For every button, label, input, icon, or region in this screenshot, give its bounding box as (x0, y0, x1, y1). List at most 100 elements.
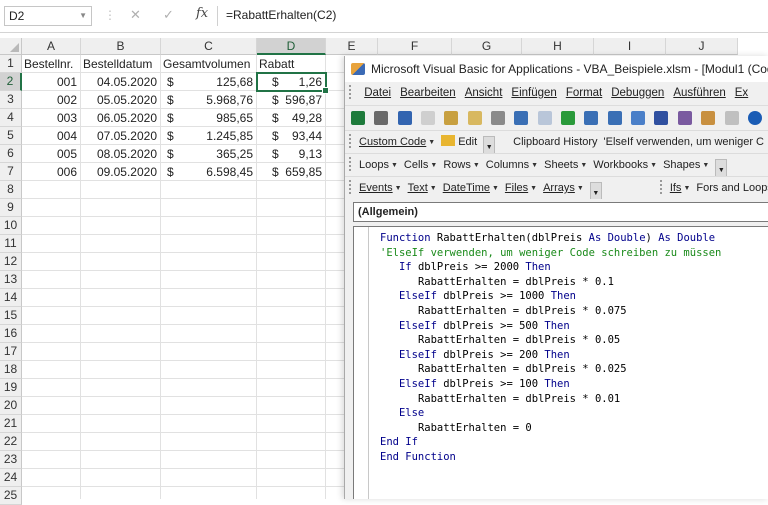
vba-editor-window[interactable]: Microsoft Visual Basic for Applications … (344, 56, 768, 499)
row-header-24[interactable]: 24 (0, 469, 22, 487)
row-header-7[interactable]: 7 (0, 163, 22, 181)
reset-icon[interactable] (607, 111, 622, 125)
insert-function-icon[interactable]: fx (196, 6, 208, 21)
row-header-18[interactable]: 18 (0, 361, 22, 379)
snippet-menu-rows[interactable]: Rows ▼ (443, 154, 479, 176)
row-header-6[interactable]: 6 (0, 145, 22, 163)
break-icon[interactable] (584, 111, 599, 125)
row-header-15[interactable]: 15 (0, 307, 22, 325)
cell-gesamtvolumen[interactable]: 6.598,45 (161, 163, 257, 181)
code-line[interactable]: RabattErhalten = dblPreis * 0.05 (380, 333, 620, 348)
snippet-menu-datetime[interactable]: DateTime ▼ (443, 177, 499, 199)
row-header-19[interactable]: 19 (0, 379, 22, 397)
menu-debuggen[interactable]: Debuggen (611, 82, 664, 104)
row-header-9[interactable]: 9 (0, 199, 22, 217)
menu-ansicht[interactable]: Ansicht (465, 82, 503, 104)
row-header-5[interactable]: 5 (0, 127, 22, 145)
cell-bestellnr[interactable]: 002 (22, 91, 81, 109)
code-line[interactable]: ElseIf dblPreis >= 1000 Then (380, 289, 576, 304)
cell-gesamtvolumen[interactable]: 1.245,85 (161, 127, 257, 145)
cell-rabatt[interactable]: 9,13 (257, 145, 326, 163)
code-line[interactable]: End If (380, 435, 418, 450)
row-header-2[interactable]: 2 (0, 73, 22, 91)
edit-button[interactable]: Edit (441, 131, 477, 153)
column-header-j[interactable]: J (666, 38, 738, 55)
undo-icon[interactable] (514, 111, 529, 125)
cell-rabatt[interactable]: 596,87 (257, 91, 326, 109)
header-gesamtvolumen[interactable]: Gesamtvolumen (163, 55, 257, 73)
copy-icon[interactable] (444, 111, 459, 125)
column-header-g[interactable]: G (452, 38, 522, 55)
toolbox-icon[interactable] (724, 111, 739, 125)
find-icon[interactable] (491, 111, 506, 125)
cell-bestelldatum[interactable]: 07.05.2020 (81, 127, 161, 145)
toolbar-grip-icon[interactable] (659, 180, 666, 194)
name-box[interactable]: D2 ▼ (4, 6, 92, 26)
cell-bestelldatum[interactable]: 09.05.2020 (81, 163, 161, 181)
snippet-menu-files[interactable]: Files ▼ (505, 177, 537, 199)
cell-gesamtvolumen[interactable]: 5.968,76 (161, 91, 257, 109)
code-line[interactable]: ElseIf dblPreis >= 100 Then (380, 377, 570, 392)
row-header-4[interactable]: 4 (0, 109, 22, 127)
menu-datei[interactable]: Datei (364, 82, 391, 104)
snippet-menu-arrays[interactable]: Arrays ▼ (543, 177, 584, 199)
clipboard-history-item[interactable]: 'ElseIf verwenden, um weniger C (604, 131, 764, 153)
toolbar-grip-icon[interactable] (349, 134, 355, 148)
menu-format[interactable]: Format (566, 82, 602, 104)
cell-bestelldatum[interactable]: 08.05.2020 (81, 145, 161, 163)
column-header-c[interactable]: C (161, 38, 257, 55)
row-header-14[interactable]: 14 (0, 289, 22, 307)
header-bestellnr[interactable]: Bestellnr. (24, 55, 81, 73)
snippet-menu-text[interactable]: Text ▼ (408, 177, 437, 199)
row-header-22[interactable]: 22 (0, 433, 22, 451)
snippet-menu-sheets[interactable]: Sheets ▼ (544, 154, 587, 176)
snippet-menu-events[interactable]: Events ▼ (359, 177, 402, 199)
toolbar-options-button[interactable]: ▼ (715, 159, 728, 176)
menu-ausführen[interactable]: Ausführen (673, 82, 725, 104)
row-header-3[interactable]: 3 (0, 91, 22, 109)
cell-gesamtvolumen[interactable]: 365,25 (161, 145, 257, 163)
code-line[interactable]: If dblPreis >= 2000 Then (380, 260, 551, 275)
column-header-f[interactable]: F (378, 38, 452, 55)
snippet-menu-columns[interactable]: Columns ▼ (486, 154, 538, 176)
code-line[interactable]: ElseIf dblPreis >= 500 Then (380, 319, 570, 334)
snippet-menu-cells[interactable]: Cells ▼ (404, 154, 437, 176)
cell-bestelldatum[interactable]: 04.05.2020 (81, 73, 161, 91)
design-mode-icon[interactable] (631, 111, 646, 125)
toolbar-options-button[interactable]: ▼ (483, 136, 496, 153)
excel-icon[interactable] (351, 111, 365, 125)
code-window[interactable]: Function RabattErhalten(dblPreis As Doub… (353, 226, 768, 499)
code-line[interactable]: RabattErhalten = dblPreis * 0.025 (380, 362, 627, 377)
properties-icon[interactable] (677, 111, 692, 125)
code-line[interactable]: Else (380, 406, 424, 421)
code-line[interactable]: RabattErhalten = dblPreis * 0.01 (380, 392, 620, 407)
column-header-b[interactable]: B (81, 38, 161, 55)
code-line[interactable]: 'ElseIf verwenden, um weniger Code schre… (380, 246, 721, 261)
cell-bestellnr[interactable]: 003 (22, 109, 81, 127)
code-line[interactable]: ElseIf dblPreis >= 200 Then (380, 348, 570, 363)
project-explorer-icon[interactable] (654, 111, 669, 125)
cell-rabatt[interactable]: 659,85 (257, 163, 326, 181)
cancel-icon[interactable]: ✕ (130, 7, 141, 23)
cell-gesamtvolumen[interactable]: 125,68 (161, 73, 257, 91)
row-header-12[interactable]: 12 (0, 253, 22, 271)
snippet-menu-workbooks[interactable]: Workbooks ▼ (593, 154, 657, 176)
select-all-button[interactable] (0, 38, 22, 55)
row-header-25[interactable]: 25 (0, 487, 22, 505)
row-header-23[interactable]: 23 (0, 451, 22, 469)
row-header-1[interactable]: 1 (0, 55, 22, 73)
code-line[interactable]: RabattErhalten = dblPreis * 0.075 (380, 304, 627, 319)
code-line[interactable]: RabattErhalten = dblPreis * 0.1 (380, 275, 614, 290)
active-cell-selection[interactable] (256, 72, 329, 94)
row-header-20[interactable]: 20 (0, 397, 22, 415)
column-header-i[interactable]: I (594, 38, 666, 55)
object-dropdown[interactable]: (Allgemein) (353, 202, 768, 222)
custom-code-menu[interactable]: Custom Code ▼ (359, 131, 435, 153)
object-browser-icon[interactable] (701, 111, 716, 125)
toolbar-options-button[interactable]: ▼ (589, 182, 602, 199)
help-icon[interactable] (747, 111, 762, 125)
column-header-d[interactable]: D (257, 38, 326, 55)
snippet-menu-loops[interactable]: Loops ▼ (359, 154, 398, 176)
snippet-menu-shapes[interactable]: Shapes ▼ (663, 154, 709, 176)
toolbar-grip-icon[interactable] (349, 180, 355, 194)
